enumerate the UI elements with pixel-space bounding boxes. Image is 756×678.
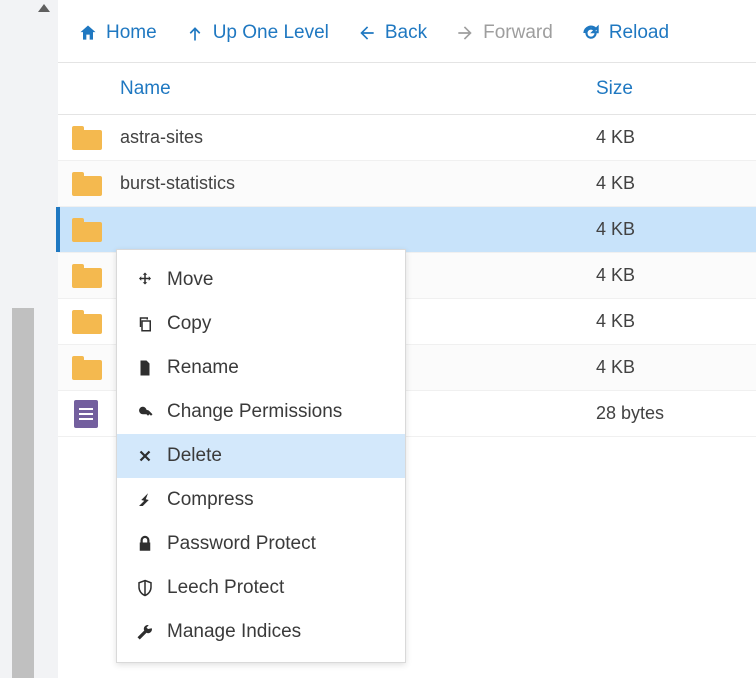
shield-icon (135, 578, 155, 598)
left-gutter (0, 0, 58, 678)
home-button[interactable]: Home (78, 22, 157, 44)
move-icon (135, 270, 155, 290)
folder-icon (72, 172, 102, 196)
lock-icon (135, 534, 155, 554)
menu-item-label: Leech Protect (167, 577, 284, 599)
folder-icon (72, 310, 102, 334)
menu-item-wrench[interactable]: Manage Indices (117, 610, 405, 654)
up-one-level-button[interactable]: Up One Level (185, 22, 329, 44)
row-size: 4 KB (586, 219, 756, 240)
wrench-icon (135, 622, 155, 642)
arrow-left-icon (357, 23, 377, 43)
row-icon-cell (58, 356, 114, 380)
back-button[interactable]: Back (357, 22, 427, 44)
folder-icon (72, 264, 102, 288)
row-size: 4 KB (586, 311, 756, 332)
context-menu: Move Copy Rename Change Permissions Delete Co… (116, 249, 406, 663)
table-header: Name Size (58, 63, 756, 115)
menu-item-label: Change Permissions (167, 401, 342, 423)
row-size: 28 bytes (586, 403, 756, 424)
table-row[interactable]: burst-statistics4 KB (58, 161, 756, 207)
menu-item-shield[interactable]: Leech Protect (117, 566, 405, 610)
copy-icon (135, 314, 155, 334)
row-size: 4 KB (586, 173, 756, 194)
table-row[interactable]: astra-sites4 KB (58, 115, 756, 161)
menu-item-copy[interactable]: Copy (117, 302, 405, 346)
gutter-highlight (12, 308, 34, 678)
menu-item-label: Compress (167, 489, 254, 511)
toolbar: Home Up One Level Back Forward Reload (58, 18, 756, 62)
row-icon-cell (58, 172, 114, 196)
rename-icon (135, 358, 155, 378)
folder-icon (72, 218, 102, 242)
menu-item-label: Copy (167, 313, 211, 335)
folder-icon (72, 126, 102, 150)
col-name-header[interactable]: Name (114, 78, 586, 100)
row-size: 4 KB (586, 127, 756, 148)
row-icon-cell (58, 264, 114, 288)
level-up-icon (185, 23, 205, 43)
table-row[interactable]: 4 KB (58, 207, 756, 253)
menu-item-label: Manage Indices (167, 621, 301, 643)
scroll-up-arrow-icon[interactable] (38, 4, 50, 12)
row-icon-cell (58, 400, 114, 428)
col-size-header[interactable]: Size (586, 78, 756, 100)
back-label: Back (385, 22, 427, 44)
home-icon (78, 23, 98, 43)
menu-item-label: Rename (167, 357, 239, 379)
forward-label: Forward (483, 22, 553, 44)
folder-icon (72, 356, 102, 380)
row-name: burst-statistics (114, 173, 586, 194)
menu-item-lock[interactable]: Password Protect (117, 522, 405, 566)
menu-item-move[interactable]: Move (117, 258, 405, 302)
row-size: 4 KB (586, 357, 756, 378)
delete-icon (135, 446, 155, 466)
home-label: Home (106, 22, 157, 44)
menu-item-label: Delete (167, 445, 222, 467)
row-icon-cell (58, 310, 114, 334)
reload-button[interactable]: Reload (581, 22, 669, 44)
menu-item-label: Move (167, 269, 213, 291)
menu-item-key[interactable]: Change Permissions (117, 390, 405, 434)
file-icon (74, 400, 98, 428)
up-one-level-label: Up One Level (213, 22, 329, 44)
row-icon-cell (58, 218, 114, 242)
reload-label: Reload (609, 22, 669, 44)
compress-icon (135, 490, 155, 510)
reload-icon (581, 23, 601, 43)
key-icon (135, 402, 155, 422)
row-icon-cell (58, 126, 114, 150)
menu-item-compress[interactable]: Compress (117, 478, 405, 522)
arrow-right-icon (455, 23, 475, 43)
menu-item-label: Password Protect (167, 533, 316, 555)
menu-item-delete[interactable]: Delete (117, 434, 405, 478)
menu-item-rename[interactable]: Rename (117, 346, 405, 390)
forward-button: Forward (455, 22, 553, 44)
row-size: 4 KB (586, 265, 756, 286)
row-name: astra-sites (114, 127, 586, 148)
